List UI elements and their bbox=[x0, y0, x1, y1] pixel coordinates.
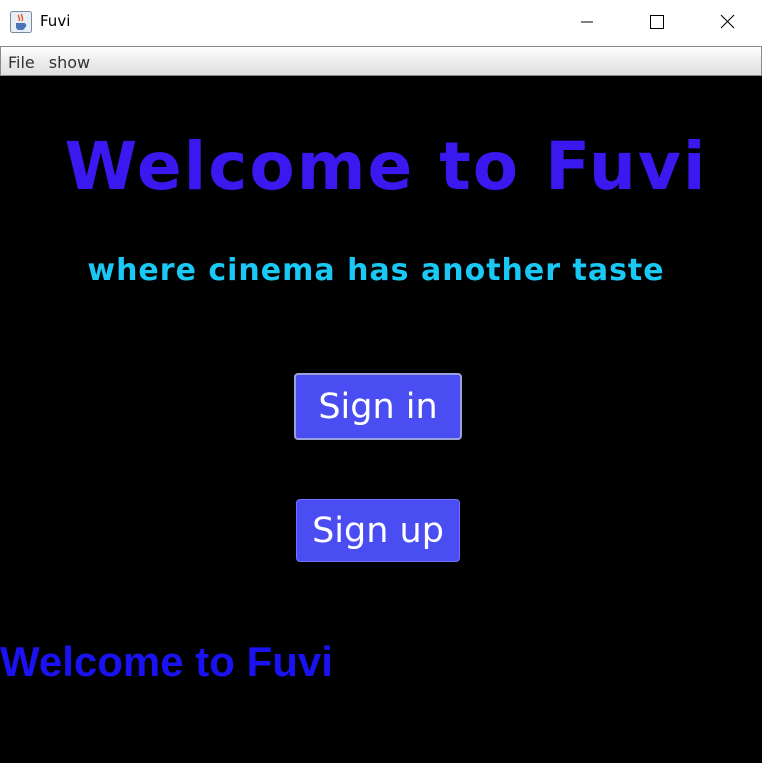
minimize-icon bbox=[580, 14, 594, 33]
title-bar[interactable]: Fuvi bbox=[0, 0, 762, 46]
java-cup-icon bbox=[10, 11, 32, 33]
maximize-icon bbox=[650, 14, 664, 33]
menu-file[interactable]: File bbox=[1, 49, 42, 77]
maximize-button[interactable] bbox=[622, 0, 692, 46]
footer-welcome-label: Welcome to Fuvi bbox=[0, 638, 333, 685]
welcome-headline: Welcome to Fuvi bbox=[64, 128, 708, 205]
menu-show[interactable]: show bbox=[42, 49, 97, 77]
menu-bar: File show bbox=[0, 46, 762, 76]
sign-in-button[interactable]: Sign in bbox=[294, 373, 462, 440]
app-window: Fuvi File show Welcome to Fuvi where cin… bbox=[0, 0, 762, 763]
main-panel: Welcome to Fuvi where cinema has another… bbox=[0, 76, 762, 763]
close-icon bbox=[720, 14, 735, 33]
window-title: Fuvi bbox=[40, 12, 71, 30]
minimize-button[interactable] bbox=[552, 0, 622, 46]
sign-up-button[interactable]: Sign up bbox=[296, 499, 460, 562]
close-button[interactable] bbox=[692, 0, 762, 46]
tagline: where cinema has another taste bbox=[87, 253, 665, 288]
